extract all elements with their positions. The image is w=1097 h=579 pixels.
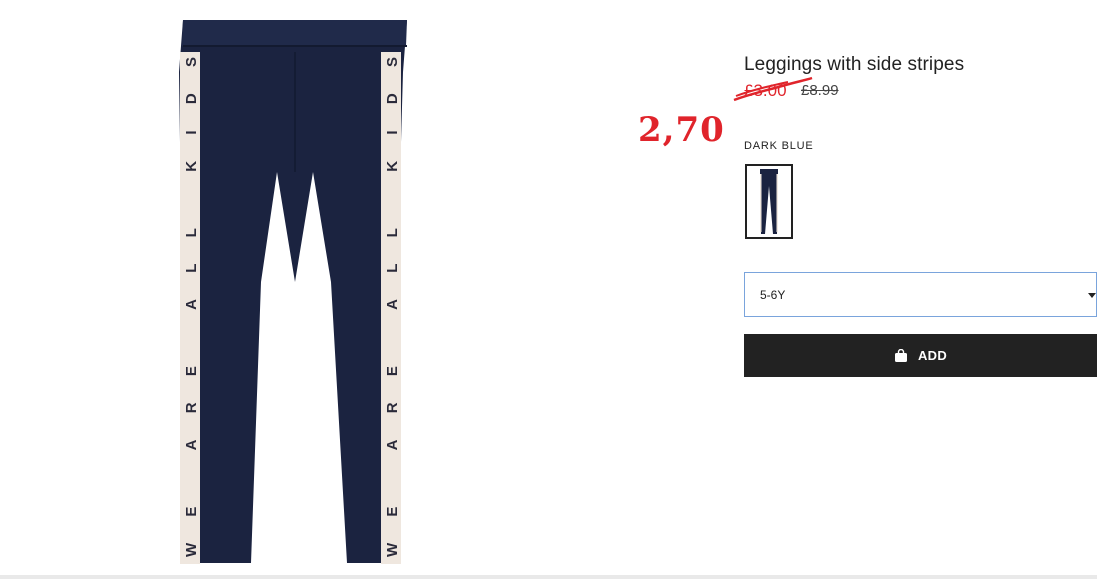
size-select-value: 5-6Y (760, 288, 786, 302)
product-title: Leggings with side stripes (744, 54, 965, 75)
color-swatch-dark-blue[interactable] (745, 164, 793, 239)
add-button-label: ADD (917, 348, 948, 363)
chevron-down-icon (1088, 293, 1096, 298)
add-to-bag-button[interactable]: ADD (744, 334, 1097, 377)
product-image: WE ARE ALL KIDS WE ARE ALL KIDS (165, 12, 425, 572)
bottom-divider (0, 575, 1097, 579)
color-label: DARK BLUE (744, 140, 814, 152)
shopping-bag-icon (894, 349, 907, 362)
size-select[interactable]: 5-6Y (744, 272, 1097, 317)
handwritten-price: 2,70 (638, 110, 725, 150)
original-price: £8.99 (801, 82, 839, 99)
